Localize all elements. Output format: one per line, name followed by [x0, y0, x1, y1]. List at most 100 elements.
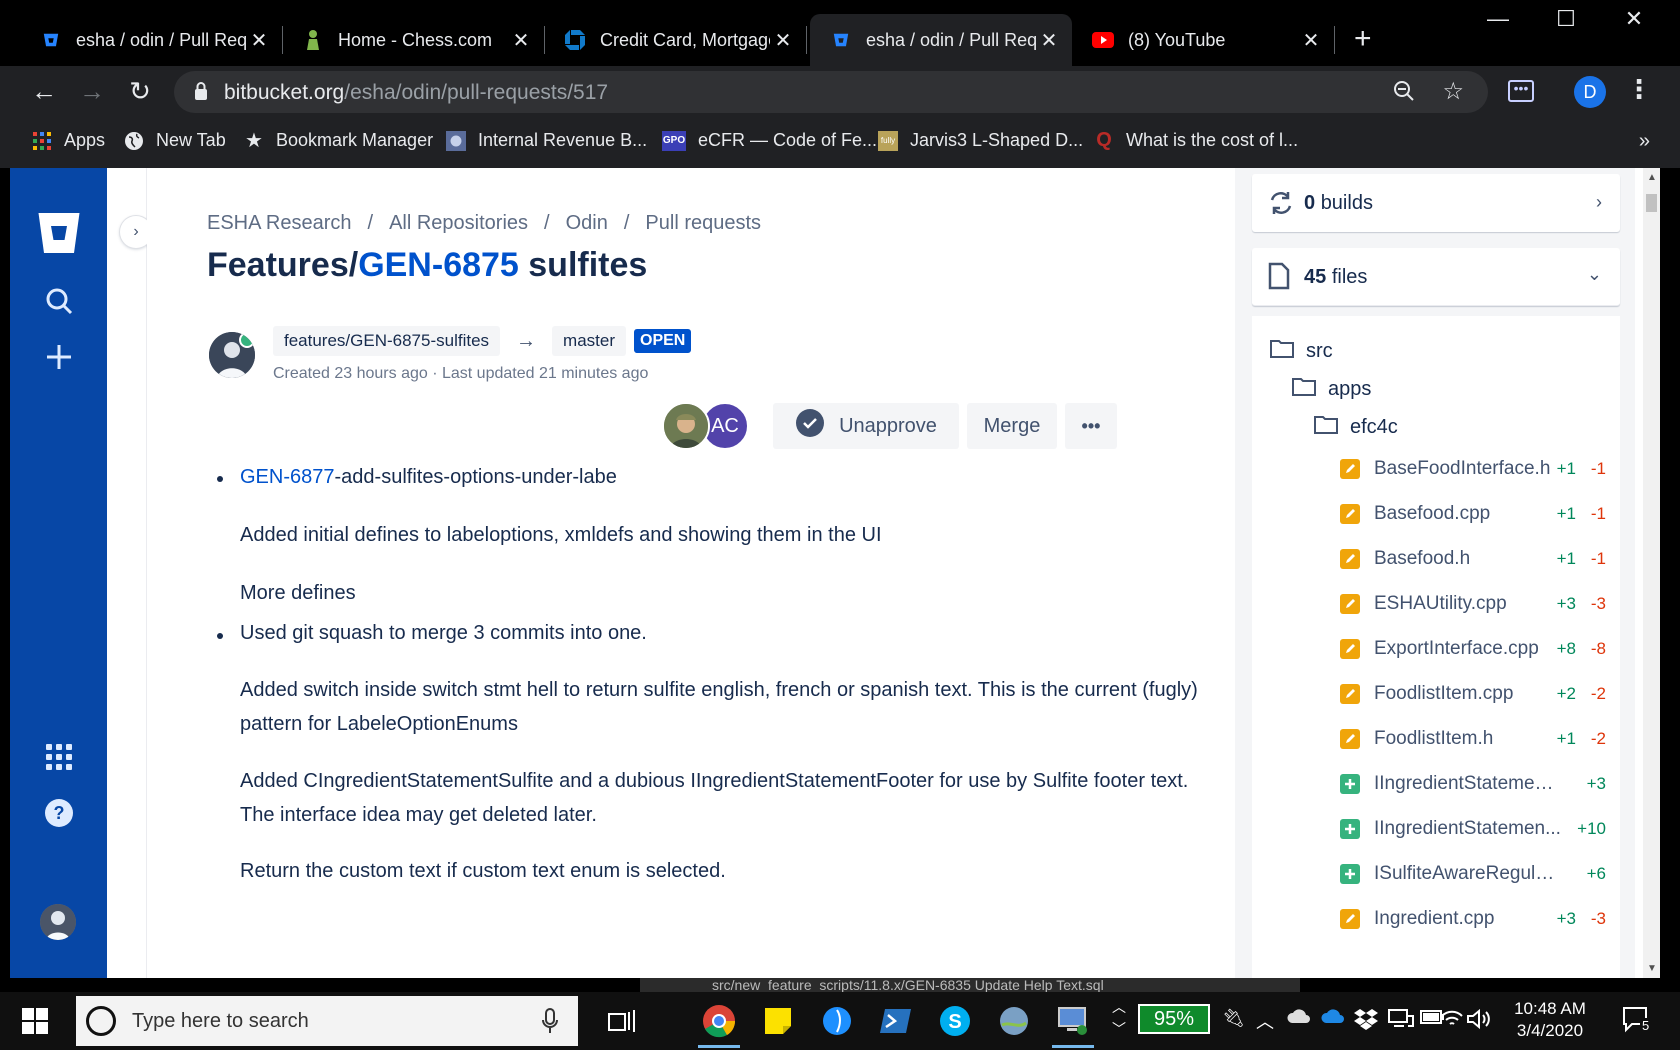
- more-actions-button[interactable]: •••: [1065, 403, 1117, 449]
- window-maximize-icon[interactable]: ☐: [1536, 6, 1596, 32]
- files-card-header[interactable]: 45 files ⌄: [1252, 248, 1620, 306]
- volume-icon[interactable]: [1466, 1008, 1492, 1035]
- remote-desktop-icon[interactable]: [1052, 1000, 1094, 1048]
- description-paragraph: Added CIngredientStatementSulfite and a …: [240, 770, 1189, 826]
- chrome-taskbar-icon[interactable]: [698, 1000, 740, 1048]
- powershell-icon[interactable]: [875, 1000, 917, 1042]
- feather-app-icon[interactable]: [816, 1000, 858, 1042]
- create-plus-icon[interactable]: [42, 340, 76, 374]
- file-row[interactable]: ISulfiteAwareRegulati... +6: [1340, 859, 1610, 889]
- show-hidden-icons-icon[interactable]: ︿: [1256, 1008, 1274, 1034]
- file-row[interactable]: ExportInterface.cpp +8 -8: [1340, 634, 1610, 664]
- bookmark-new-tab[interactable]: New Tab: [124, 130, 226, 151]
- dropbox-icon[interactable]: [1354, 1008, 1378, 1035]
- file-row[interactable]: FoodlistItem.h +1 -2: [1340, 724, 1610, 754]
- bookmark-jarvis3[interactable]: fully Jarvis3 L-Shaped D...: [878, 130, 1083, 151]
- bookmark-star-icon[interactable]: ☆: [1442, 77, 1464, 106]
- page-scrollbar[interactable]: ▲ ▼: [1643, 168, 1660, 978]
- window-close-icon[interactable]: ✕: [1604, 6, 1664, 32]
- tab-esha-odin-1[interactable]: esha / odin / Pull Requests ✕: [20, 14, 283, 66]
- power-plug-icon[interactable]: 🔌︎: [1222, 1008, 1245, 1029]
- zoom-out-icon[interactable]: [1392, 79, 1416, 108]
- system-clock[interactable]: 10:48 AM 3/4/2020: [1500, 998, 1600, 1042]
- bookmark-bookmark-manager[interactable]: ★ Bookmark Manager: [244, 130, 433, 152]
- merge-button[interactable]: Merge: [967, 403, 1057, 449]
- tray-scroll-icon[interactable]: ︿ ﹀: [1112, 996, 1126, 1040]
- lines-removed: -3: [1590, 909, 1606, 928]
- breadcrumb-pull-requests[interactable]: Pull requests: [645, 212, 761, 234]
- chase-favicon: [564, 29, 586, 51]
- bookmark-irs[interactable]: Internal Revenue B...: [446, 130, 647, 151]
- tab-esha-odin-active[interactable]: esha / odin / Pull Requests ✕: [810, 14, 1072, 66]
- help-icon[interactable]: ?: [42, 796, 76, 830]
- unapprove-button[interactable]: Unapprove: [773, 403, 959, 449]
- description-paragraph: Added switch inside switch stmt hell to …: [240, 679, 1198, 735]
- title-issue-link[interactable]: GEN-6875: [358, 246, 519, 284]
- wifi-icon[interactable]: [1440, 1008, 1464, 1033]
- tab-close-icon[interactable]: ✕: [1300, 28, 1322, 53]
- target-branch[interactable]: master: [552, 326, 627, 356]
- bookmark-ecfr[interactable]: GPO eCFR — Code of Fe...: [662, 130, 877, 151]
- source-branch[interactable]: features/GEN-6875-sulfites: [273, 326, 501, 356]
- onedrive-business-icon[interactable]: [1320, 1008, 1346, 1029]
- issue-link-gen-6877[interactable]: GEN-6877: [240, 466, 335, 488]
- taskbar-search-input[interactable]: Type here to search: [76, 996, 578, 1046]
- windows-start-icon[interactable]: [22, 1008, 48, 1039]
- bookmark-quora[interactable]: Q What is the cost of l...: [1094, 129, 1298, 151]
- file-row[interactable]: IIngredientStatement... +3: [1340, 769, 1610, 799]
- author-avatar[interactable]: [209, 332, 255, 378]
- file-row[interactable]: Basefood.h +1 -1: [1340, 544, 1610, 574]
- tab-close-icon[interactable]: ✕: [1038, 28, 1060, 53]
- forward-arrow-icon[interactable]: →: [76, 76, 108, 107]
- network-map-icon[interactable]: [993, 1000, 1035, 1042]
- search-icon[interactable]: [42, 284, 76, 318]
- scroll-up-icon[interactable]: ▲: [1647, 172, 1657, 183]
- folder-src[interactable]: src: [1270, 338, 1333, 364]
- file-row[interactable]: IIngredientStatemen... +10: [1340, 814, 1610, 844]
- title-prefix: Features/: [207, 246, 359, 284]
- breadcrumb-all-repositories[interactable]: All Repositories: [389, 212, 528, 234]
- file-row[interactable]: Basefood.cpp +1 -1: [1340, 499, 1610, 529]
- bookmark-apps[interactable]: Apps: [32, 130, 105, 151]
- reload-icon[interactable]: ↻: [124, 76, 156, 107]
- browser-menu-icon[interactable]: ⋮: [1626, 74, 1652, 105]
- back-arrow-icon[interactable]: ←: [28, 76, 60, 107]
- tab-close-icon[interactable]: ✕: [510, 28, 532, 53]
- reviewer-avatar-photo[interactable]: [662, 402, 710, 450]
- action-center-icon[interactable]: 5: [1622, 1006, 1652, 1039]
- address-bar[interactable]: bitbucket.org/esha/odin/pull-requests/51…: [174, 71, 1488, 113]
- network-share-icon[interactable]: [1388, 1008, 1414, 1035]
- svg-text:?: ?: [54, 803, 65, 823]
- task-view-icon[interactable]: [602, 1000, 644, 1042]
- bookmarks-overflow-icon[interactable]: »: [1639, 130, 1650, 153]
- tab-close-icon[interactable]: ✕: [248, 28, 270, 53]
- profile-avatar[interactable]: D: [1574, 76, 1606, 108]
- user-avatar[interactable]: [40, 904, 76, 940]
- microphone-icon[interactable]: [542, 1008, 558, 1039]
- folder-efc4c[interactable]: efc4c: [1314, 414, 1398, 440]
- onedrive-icon[interactable]: [1286, 1008, 1312, 1029]
- tab-youtube[interactable]: (8) YouTube ✕: [1072, 14, 1335, 66]
- tab-chase[interactable]: Credit Card, Mortgage ✕: [544, 14, 807, 66]
- app-switcher-icon[interactable]: [42, 740, 76, 774]
- file-row[interactable]: Ingredient.cpp +3 -3: [1340, 904, 1610, 934]
- tab-chess[interactable]: Home - Chess.com ✕: [282, 14, 545, 66]
- skype-icon[interactable]: S: [934, 1000, 976, 1042]
- breadcrumb-esha-research[interactable]: ESHA Research: [207, 212, 352, 234]
- sticky-notes-icon[interactable]: [757, 1000, 799, 1042]
- builds-card[interactable]: 0 builds ›: [1252, 174, 1620, 232]
- scroll-thumb[interactable]: [1646, 194, 1657, 212]
- file-row[interactable]: FoodlistItem.cpp +2 -2: [1340, 679, 1610, 709]
- battery-percentage[interactable]: 95%: [1138, 1004, 1210, 1034]
- window-minimize-icon[interactable]: —: [1468, 6, 1528, 32]
- scroll-down-icon[interactable]: ▼: [1647, 963, 1657, 974]
- file-name: Ingredient.cpp: [1374, 908, 1495, 929]
- new-tab-plus-icon[interactable]: +: [1354, 22, 1372, 56]
- tab-close-icon[interactable]: ✕: [772, 28, 794, 53]
- file-row[interactable]: BaseFoodInterface.h +1 -1: [1340, 454, 1610, 484]
- bitbucket-logo-icon[interactable]: [37, 212, 81, 259]
- file-row[interactable]: ESHAUtility.cpp +3 -3: [1340, 589, 1610, 619]
- breadcrumb-odin[interactable]: Odin: [566, 212, 608, 234]
- extension-icon[interactable]: •••: [1508, 80, 1534, 102]
- folder-apps[interactable]: apps: [1292, 376, 1371, 402]
